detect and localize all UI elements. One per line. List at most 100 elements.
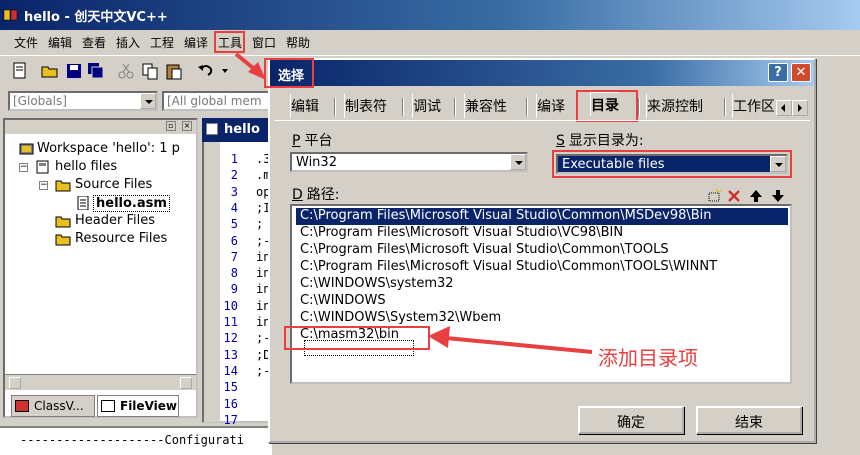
tab-scroll-right-icon[interactable] [792,100,808,116]
workspace-hscrollbar[interactable] [5,374,196,390]
directory-row[interactable]: C:\Program Files\Microsoft Visual Studio… [296,225,627,242]
window-title-bar: hello - 创天中文VC++ [0,0,860,30]
menu-view[interactable]: 查看 [80,34,108,51]
line-number: 11 [223,315,238,329]
line-number: 2 [230,168,238,183]
ok-button[interactable]: 确定 [578,406,684,434]
directories-list[interactable]: C:\Program Files\Microsoft Visual Studio… [290,204,792,384]
line-number: 7 [230,249,238,264]
menu-help[interactable]: 帮助 [284,34,312,51]
close-panel-icon[interactable]: × [182,121,192,131]
line-number: 16 [223,396,238,411]
menu-file[interactable]: 文件 [12,34,40,51]
undo-dropdown-icon[interactable] [218,61,238,81]
line-number: 14 [223,363,238,378]
scroll-right-icon[interactable] [180,377,192,389]
menu-insert[interactable]: 插入 [114,34,142,51]
tree-source-file-label: hello.asm [93,195,170,212]
tree-project-label: hello files [55,159,118,174]
scroll-left-icon[interactable] [9,377,21,389]
members-combo[interactable]: [All global mem [162,91,272,111]
collapse-icon[interactable]: − [39,181,48,190]
platform-accesskey: P [292,133,301,149]
tab-fileview-label: FileView [120,399,177,413]
menu-project[interactable]: 工程 [148,34,176,51]
menu-window[interactable]: 窗口 [250,34,278,51]
restore-icon[interactable]: ▫ [166,121,176,131]
directories-accesskey: D [292,187,303,203]
tab-source-control[interactable]: 来源控制 [646,94,703,118]
tab-tabs[interactable]: 制表符 [344,94,387,118]
menu-tools[interactable]: 工具 [216,34,244,51]
cut-icon[interactable] [116,61,136,81]
platform-label: P 平台 [292,130,332,150]
chevron-down-icon[interactable] [140,93,156,109]
save-all-icon[interactable] [86,61,106,81]
tab-compatibility[interactable]: 兼容性 [464,94,507,118]
classview-icon [15,400,29,412]
tab-edit[interactable]: 编辑 [290,94,319,118]
output-panel: --------------------Configurati [0,426,272,455]
paste-icon[interactable] [164,61,184,81]
tab-classview[interactable]: ClassV... [11,395,95,417]
workspace-icon [19,143,34,155]
annotation-label: 添加目录项 [598,346,698,370]
line-number: 5 [230,217,238,232]
line-number: 6 [230,233,238,248]
globals-combo[interactable]: [Globals] [8,91,158,111]
tab-fileview[interactable]: FileView [97,395,179,417]
cancel-button[interactable]: 结束 [696,406,802,434]
tab-separator [454,98,456,116]
directory-row[interactable]: C:\WINDOWS [296,293,390,310]
directory-row[interactable]: C:\WINDOWS\system32 [296,276,458,293]
dialog-title: 选择 [278,69,305,84]
platform-select[interactable]: Win32 [290,152,528,172]
tab-build[interactable]: 编译 [536,94,565,118]
directory-row[interactable]: C:\Program Files\Microsoft Visual Studio… [296,259,721,276]
workspace-header: ▫ × [5,120,196,134]
options-dialog: 选择 ? ✕ 编辑 制表符 调试 兼容性 编译 目录 来源控制 工作区 P 平台 … [264,58,816,443]
collapse-icon[interactable]: − [19,163,28,172]
directory-row[interactable]: C:\WINDOWS\System32\Wbem [296,310,505,327]
save-icon[interactable] [64,61,84,81]
close-button[interactable]: ✕ [791,63,811,82]
move-up-icon[interactable] [748,188,764,204]
tab-separator [724,98,726,116]
tab-workspace[interactable]: 工作区 [732,94,774,118]
show-dirs-accesskey: S [556,133,565,149]
show-dirs-select[interactable]: Executable files [556,154,788,174]
tab-separator [334,98,336,116]
new-directory-highlight [284,326,430,350]
directory-row[interactable]: C:\Program Files\Microsoft Visual Studio… [296,242,673,259]
app-icon [3,9,18,21]
chevron-down-icon[interactable] [510,154,526,170]
chevron-down-icon[interactable] [770,156,786,172]
tree-header-folder-label: Header Files [75,213,155,228]
output-text: --------------------Configurati [20,433,244,447]
file-icon [206,123,218,135]
line-number: 1 [230,152,238,166]
copy-icon[interactable] [140,61,160,81]
folder-icon [55,234,71,246]
tab-separator [402,98,404,116]
menu-edit[interactable]: 编辑 [46,34,74,51]
new-file-icon[interactable] [10,61,30,81]
folder-icon [55,216,71,228]
show-dirs-value: Executable files [562,157,665,172]
line-number: 3 [230,184,238,199]
delete-icon[interactable] [726,188,742,204]
tab-directories[interactable]: 目录 [590,92,619,116]
open-folder-icon[interactable] [40,61,60,81]
members-combo-value: [All global mem [167,94,262,108]
new-dir-icon[interactable] [706,188,722,204]
open-folder-icon [55,180,71,192]
line-number: 4 [230,200,238,215]
tab-debug[interactable]: 调试 [412,94,441,118]
move-down-icon[interactable] [770,188,786,204]
directories-label-text: 路径: [306,187,340,203]
directory-row[interactable]: C:\Program Files\Microsoft Visual Studio… [296,208,788,225]
tab-scroll-left-icon[interactable] [776,100,792,116]
help-button[interactable]: ? [768,63,788,82]
menu-build[interactable]: 编译 [182,34,210,51]
undo-icon[interactable] [196,61,216,81]
